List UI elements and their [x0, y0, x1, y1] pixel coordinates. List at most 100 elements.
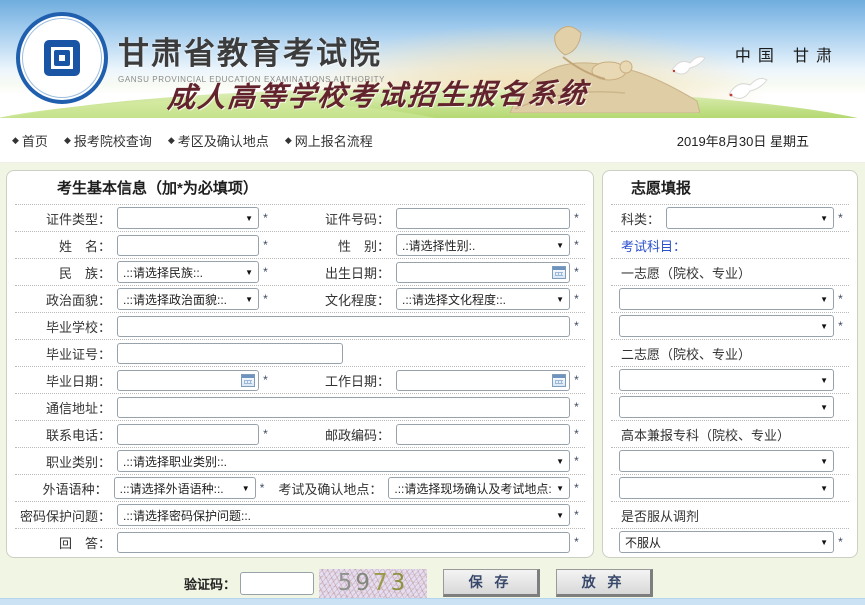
nav-bar: ◆首页◆报考院校查询◆考区及确认地点◆网上报名流程 2019年8月30日 星期五: [0, 118, 865, 163]
nav-item-考区及确认地点[interactable]: ◆考区及确认地点: [168, 131, 269, 150]
form-rows: 证件类型：▼*证件号码：*姓 名：*性 别：.:请选择性别:.▼*民 族：.::…: [15, 204, 585, 555]
cancel-button[interactable]: 放 弃: [556, 569, 653, 597]
calendar-icon[interactable]: [552, 266, 566, 279]
field-label: 科类：: [613, 209, 660, 228]
concurrent-school-select[interactable]: ▼: [619, 450, 834, 472]
form-row: 政治面貌：.::请选择政治面貌::.▼*文化程度：.::请选择文化程度::.▼*: [15, 285, 585, 312]
form-row: 职业类别：.::请选择职业类别::.▼*: [15, 447, 585, 474]
political-status-select[interactable]: .::请选择政治面貌::.▼: [117, 288, 259, 310]
exam-subjects-link-row: 考试科目：: [611, 231, 849, 258]
form-row: 通信地址：*: [15, 393, 585, 420]
diamond-bullet-icon: ◆: [285, 135, 292, 146]
required-mark: *: [834, 319, 847, 333]
form-row: 外语语种：.::请选择外语语种::.▼*考试及确认地点：.::请选择现场确认及考…: [15, 474, 585, 501]
occupation-select-value: .::请选择职业类别::.: [123, 453, 227, 470]
form-row: 民 族：.::请选择民族::.▼*出生日期：*: [15, 258, 585, 285]
occupation-select[interactable]: .::请选择职业类别::.▼: [117, 450, 570, 472]
required-mark: *: [570, 535, 583, 549]
required-mark: *: [259, 265, 272, 279]
phone-input[interactable]: [117, 424, 259, 445]
birth-date-field[interactable]: [396, 262, 570, 283]
chevron-down-icon: ▼: [820, 322, 828, 331]
graduate-school-input[interactable]: [117, 316, 570, 337]
field-label: 出生日期：: [272, 263, 390, 282]
chevron-down-icon: ▼: [820, 538, 828, 547]
first-choice-major-select[interactable]: ▼: [619, 315, 834, 337]
password-question-select[interactable]: .::请选择密码保护问题::.▼: [117, 504, 570, 526]
diploma-number-input[interactable]: [117, 343, 343, 364]
graduation-date-field[interactable]: [117, 370, 259, 391]
calendar-icon[interactable]: [241, 374, 255, 387]
chevron-down-icon: ▼: [556, 295, 564, 304]
exam-site-select-value: .::请选择现场确认及考试地点::.: [394, 480, 552, 497]
gender-select-value: .:请选择性别:.: [402, 237, 475, 254]
password-answer-input[interactable]: [117, 532, 570, 553]
calendar-icon[interactable]: [552, 374, 566, 387]
required-mark: *: [570, 238, 583, 252]
field-label: 外语语种：: [17, 479, 108, 498]
org-name-chinese: 甘肃省教育考试院: [118, 28, 385, 73]
volunteer-application-panel: 志愿填报 科类：▼*考试科目：一志愿（院校、专业）▼*▼*二志愿（院校、专业）▼…: [602, 170, 858, 558]
obey-adjustment-select-value: 不服从: [625, 534, 661, 551]
required-mark: *: [259, 292, 272, 306]
exam-subjects-link[interactable]: 考试科目：: [613, 236, 686, 255]
sidebar-items: 科类：▼*考试科目：一志愿（院校、专业）▼*▼*二志愿（院校、专业）▼▼高本兼报…: [611, 204, 849, 555]
exam-site-select[interactable]: .::请选择现场确认及考试地点::.▼: [388, 477, 570, 499]
first-choice-major-select-row: ▼*: [611, 312, 849, 339]
diamond-bullet-icon: ◆: [64, 135, 71, 146]
concurrent-major-select[interactable]: ▼: [619, 477, 834, 499]
subject-category-select[interactable]: ▼: [666, 207, 834, 229]
form-title: 考生基本信息（加*为必填项）: [15, 171, 585, 204]
current-date: 2019年8月30日 星期五: [677, 131, 853, 150]
nav-item-首页[interactable]: ◆首页: [12, 131, 48, 150]
first-choice-school-select[interactable]: ▼: [619, 288, 834, 310]
first-choice-heading-row: 一志愿（院校、专业）: [611, 258, 849, 285]
required-mark: *: [570, 265, 583, 279]
form-row: 毕业日期：*工作日期：*: [15, 366, 585, 393]
subject-category-select-row: 科类：▼*: [611, 204, 849, 231]
mailing-address-input[interactable]: [117, 397, 570, 418]
required-mark: *: [256, 481, 269, 495]
nav-item-网上报名流程[interactable]: ◆网上报名流程: [285, 131, 373, 150]
nav-item-报考院校查询[interactable]: ◆报考院校查询: [64, 131, 152, 150]
required-mark: *: [259, 238, 272, 252]
obey-adjustment-select[interactable]: 不服从 ▼: [619, 531, 834, 553]
education-level-select[interactable]: .::请选择文化程度::.▼: [396, 288, 570, 310]
captcha-input[interactable]: [240, 572, 314, 595]
field-label: 民 族：: [17, 263, 111, 282]
cert-type-select[interactable]: ▼: [117, 207, 259, 229]
form-row: 联系电话：*邮政编码：*: [15, 420, 585, 447]
required-mark: *: [570, 400, 583, 414]
required-mark: *: [570, 211, 583, 225]
chevron-down-icon: ▼: [820, 214, 828, 223]
foreign-language-select[interactable]: .::请选择外语语种::.▼: [114, 477, 256, 499]
nav-item-label: 考区及确认地点: [178, 131, 269, 150]
work-date-field[interactable]: [396, 370, 570, 391]
system-title-calligraphy: 成人高等学校考试招生报名系统: [166, 72, 590, 116]
chevron-down-icon: ▼: [820, 295, 828, 304]
field-label: 证件号码：: [272, 209, 390, 228]
required-mark: *: [570, 481, 583, 495]
field-label: 回 答：: [17, 533, 111, 552]
ethnicity-select[interactable]: .::请选择民族::.▼: [117, 261, 259, 283]
save-button[interactable]: 保 存: [443, 569, 540, 597]
field-label: 联系电话：: [17, 425, 111, 444]
captcha-image: 5973: [319, 569, 427, 598]
required-mark: *: [834, 292, 847, 306]
second-choice-major-select[interactable]: ▼: [619, 396, 834, 418]
concurrent-junior-college-heading-row: 高本兼报专科（院校、专业）: [611, 420, 849, 447]
second-choice-heading-row: 二志愿（院校、专业）: [611, 339, 849, 366]
logo-seal-glyph: [44, 40, 80, 76]
field-label: 考试及确认地点：: [269, 479, 383, 498]
field-label: 职业类别：: [17, 452, 111, 471]
postal-code-input[interactable]: [396, 424, 570, 445]
second-choice-school-select[interactable]: ▼: [619, 369, 834, 391]
cert-number-input[interactable]: [396, 208, 570, 229]
gender-select[interactable]: .:请选择性别:.▼: [396, 234, 570, 256]
required-mark: *: [570, 427, 583, 441]
field-label: 工作日期：: [272, 371, 390, 390]
chevron-down-icon: ▼: [245, 268, 253, 277]
political-status-select-value: .::请选择政治面貌::.: [123, 291, 227, 308]
name-input[interactable]: [117, 235, 259, 256]
required-mark: *: [259, 211, 272, 225]
